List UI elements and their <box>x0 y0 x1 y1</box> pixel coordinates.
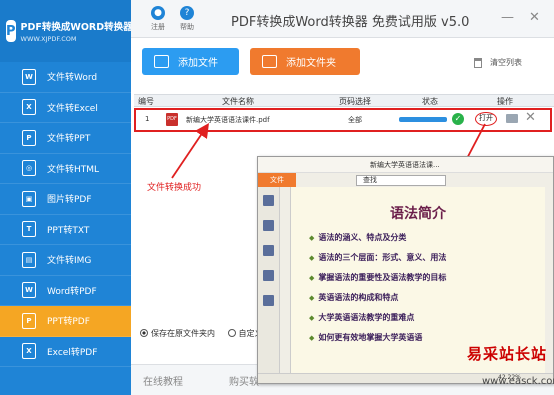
preview-list-item: 如何更有效地掌握大学英语语 <box>309 332 545 343</box>
preview-side-toolbar <box>258 187 280 375</box>
preview-title: 新编大学英语语法课... <box>258 157 553 173</box>
page-heading: 语法简介 <box>390 206 446 222</box>
preview-list-item: 大学英语语法教学的重难点 <box>309 312 545 323</box>
preview-file-menu[interactable]: 文件 <box>258 173 296 187</box>
preview-list-item: 英语语法的构成和特点 <box>309 292 545 303</box>
preview-find-input[interactable]: 查找 <box>356 174 446 186</box>
preview-list-item: 语法的涵义、特点及分类 <box>309 232 545 243</box>
attach-icon[interactable] <box>263 270 274 281</box>
lock-icon[interactable] <box>263 295 274 306</box>
bookmark-icon[interactable] <box>263 195 274 206</box>
watermark: 易采站长站 <box>467 345 548 363</box>
arrow-to-file <box>171 123 210 179</box>
layers-icon[interactable] <box>263 245 274 256</box>
keep-folder-radio[interactable]: 保存在原文件夹内 <box>140 329 215 338</box>
preview-list-item: 语法的三个层面：形式、意义、用法 <box>309 252 545 263</box>
pages-icon[interactable] <box>263 220 274 231</box>
preview-toolbar: 文件 查找 <box>258 173 553 187</box>
online-tutorial-link[interactable]: 在线教程 <box>143 373 183 388</box>
preview-list-item: 掌握语法的重要性及语法教学的目标 <box>309 272 545 283</box>
watermark-url: www.easck.com <box>482 376 554 387</box>
buy-link[interactable]: 购买软 <box>229 373 259 388</box>
output-options: 保存在原文件夹内 自定义 <box>140 328 263 339</box>
